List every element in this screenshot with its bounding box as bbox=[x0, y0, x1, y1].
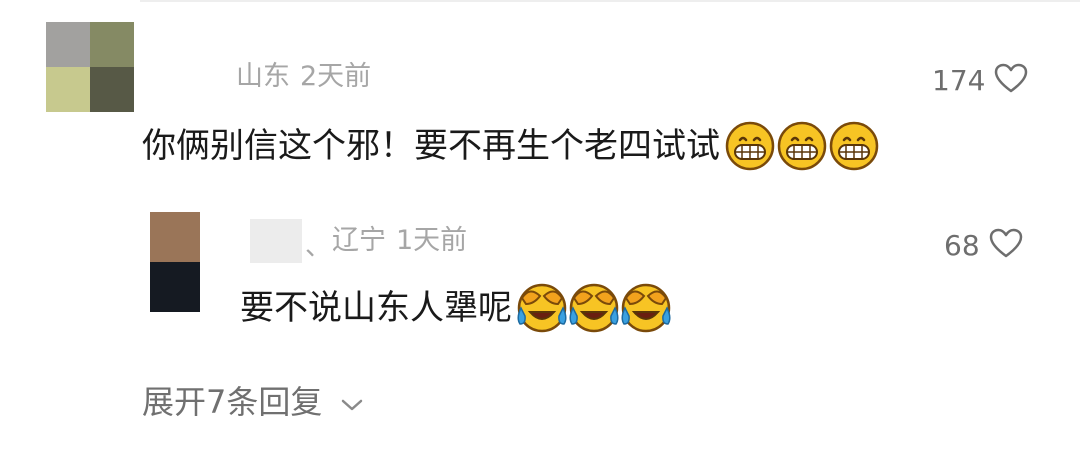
comment-location: 山东 bbox=[236, 61, 290, 92]
emoji-group bbox=[516, 282, 672, 334]
comment-text: 你俩别信这个邪！要不再生个老四试试 bbox=[142, 120, 880, 172]
like-button[interactable]: 174 bbox=[932, 62, 1029, 99]
reply-location: 辽宁 bbox=[332, 225, 386, 256]
grin-emoji bbox=[725, 121, 775, 171]
chevron-down-icon bbox=[340, 386, 364, 418]
comment-time: 2天前 bbox=[300, 61, 372, 92]
reply-text: 要不说山东人犟呢 bbox=[240, 282, 672, 334]
avatar-tile bbox=[46, 67, 90, 112]
avatar[interactable] bbox=[46, 22, 134, 112]
heart-outline-icon bbox=[988, 227, 1024, 264]
reply-separator: 、 bbox=[305, 232, 332, 262]
crying-laughing-emoji bbox=[621, 283, 671, 333]
top-divider bbox=[140, 0, 1080, 2]
grin-emoji bbox=[829, 121, 879, 171]
avatar-tile bbox=[150, 262, 200, 312]
crying-laughing-emoji bbox=[517, 283, 567, 333]
reply-time: 1天前 bbox=[396, 225, 468, 256]
avatar-tile bbox=[90, 67, 134, 112]
crying-laughing-emoji bbox=[569, 283, 619, 333]
expand-replies-label: 展开7条回复 bbox=[142, 383, 323, 421]
avatar-tile bbox=[90, 22, 134, 67]
reply-text-content: 要不说山东人犟呢 bbox=[240, 288, 512, 328]
grin-emoji bbox=[777, 121, 827, 171]
reply-avatar[interactable] bbox=[150, 212, 200, 312]
reply-like-count: 68 bbox=[944, 228, 980, 262]
avatar-tile bbox=[150, 212, 200, 262]
comment-meta: 山东 2天前 bbox=[236, 63, 371, 90]
avatar-tile bbox=[46, 22, 90, 67]
comment-text-content: 你俩别信这个邪！要不再生个老四试试 bbox=[142, 126, 720, 166]
expand-replies-button[interactable]: 展开7条回复 bbox=[142, 386, 364, 418]
heart-outline-icon bbox=[993, 62, 1029, 99]
like-count: 174 bbox=[932, 63, 986, 97]
reply-meta: 辽宁 1天前 bbox=[332, 227, 467, 254]
reply-username-blurred[interactable] bbox=[250, 219, 302, 263]
reply-like-button[interactable]: 68 bbox=[944, 227, 1024, 264]
emoji-group bbox=[724, 120, 880, 172]
